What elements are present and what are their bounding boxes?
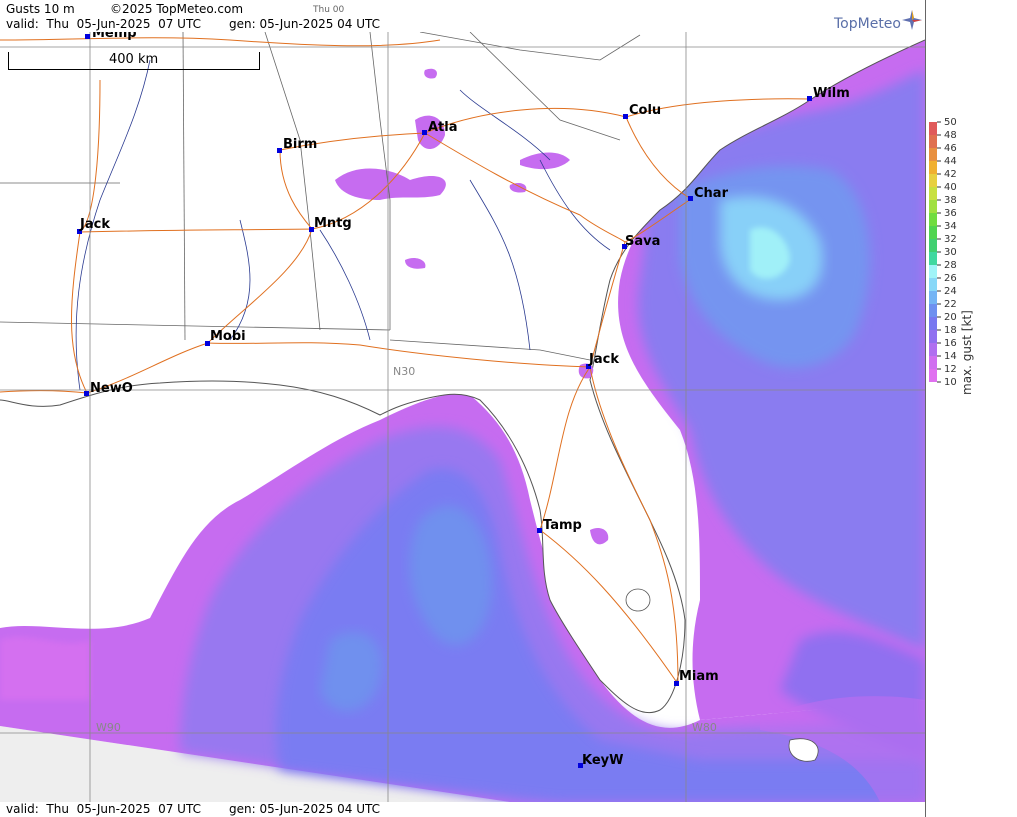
legend-swatch	[929, 265, 937, 278]
legend-tick-label: 30	[944, 247, 957, 258]
lon-label-w80: W80	[692, 721, 717, 734]
logo-star-icon	[902, 10, 922, 30]
map-svg: N30 W90 W80 Memp Birm Atla Colu Wilm Cha…	[0, 32, 925, 802]
legend-tick-label: 32	[944, 234, 957, 245]
legend-swatch	[929, 187, 937, 200]
city-mntg[interactable]: Mntg	[309, 216, 352, 232]
legend-swatch	[929, 148, 937, 161]
legend-tick-label: 14	[944, 351, 957, 362]
footer-bar: valid: Thu 05-Jun-2025 07 UTC gen: 05-Ju…	[0, 802, 925, 817]
legend-swatch	[929, 161, 937, 174]
city-label: NewO	[90, 381, 133, 396]
city-memp[interactable]: Memp	[85, 32, 137, 41]
run-tag: Thu 00	[313, 5, 345, 15]
legend-swatch	[929, 343, 937, 356]
legend-tick-label: 20	[944, 312, 957, 323]
legend-tick-label: 26	[944, 273, 957, 284]
legend-swatch	[929, 369, 937, 382]
topmeteo-logo: TopMeteo	[834, 10, 924, 32]
city-label: Jack	[79, 217, 110, 232]
lon-label-w90: W90	[96, 721, 121, 734]
legend-tick-label: 40	[944, 182, 957, 193]
legend-swatch	[929, 278, 937, 291]
lat-label-n30: N30	[393, 365, 415, 378]
city-label: Tamp	[543, 518, 582, 533]
legend-tick-label: 16	[944, 338, 957, 349]
legend-swatch	[929, 356, 937, 369]
legend-tick-label: 10	[944, 377, 957, 388]
scale-bar: 400 km	[8, 52, 260, 70]
legend-swatch	[929, 291, 937, 304]
city-label: Colu	[629, 103, 661, 118]
legend-tick-label: 46	[944, 143, 957, 154]
legend-tick-label: 38	[944, 195, 957, 206]
city-atla[interactable]: Atla	[422, 120, 458, 135]
product-title: Gusts 10 m	[6, 2, 75, 16]
generated-time: gen: 05-Jun-2025 04 UTC	[229, 17, 381, 31]
legend-swatch	[929, 213, 937, 226]
city-tamp[interactable]: Tamp	[537, 518, 582, 533]
city-label: Memp	[92, 32, 137, 41]
legend-swatch	[929, 135, 937, 148]
legend-swatch	[929, 317, 937, 330]
legend-tick-label: 44	[944, 156, 957, 167]
city-birm[interactable]: Birm	[277, 137, 317, 153]
copyright-text: ©2025 TopMeteo.com	[110, 2, 244, 16]
legend-swatch	[929, 239, 937, 252]
city-mobi[interactable]: Mobi	[205, 329, 246, 346]
scale-bar-label: 400 km	[109, 52, 159, 67]
legend-tick-label: 34	[944, 221, 957, 232]
city-label: Atla	[428, 120, 458, 135]
city-jack-ms[interactable]: Jack	[77, 217, 110, 234]
city-keyw[interactable]: KeyW	[578, 753, 623, 768]
city-label: Birm	[283, 137, 317, 152]
city-label: Wilm	[813, 86, 850, 101]
city-label: Char	[694, 186, 729, 201]
legend-tick-label: 36	[944, 208, 957, 219]
legend-title: max. gust [kt]	[960, 310, 974, 395]
legend-swatch	[929, 122, 937, 135]
legend-tick-label: 48	[944, 130, 957, 141]
valid-time: valid: Thu 05-Jun-2025 07 UTC	[6, 17, 201, 31]
city-sava[interactable]: Sava	[622, 234, 660, 249]
legend-tick-label: 24	[944, 286, 957, 297]
city-char[interactable]: Char	[688, 186, 729, 201]
legend-swatch	[929, 330, 937, 343]
legend-tick-label: 18	[944, 325, 957, 336]
legend-swatch	[929, 252, 937, 265]
header-bar: Gusts 10 m ©2025 TopMeteo.com Thu 00 val…	[0, 0, 925, 32]
city-colu[interactable]: Colu	[623, 103, 661, 119]
city-label: Mntg	[314, 216, 352, 231]
legend-tick-label: 22	[944, 299, 957, 310]
city-label: Sava	[625, 234, 660, 249]
city-newo[interactable]: NewO	[84, 381, 133, 396]
legend-swatch	[929, 200, 937, 213]
legend-swatch	[929, 226, 937, 239]
lake-okeechobee	[625, 588, 651, 612]
legend-tick-label: 50	[944, 117, 957, 128]
footer-valid-time: valid: Thu 05-Jun-2025 07 UTC	[6, 802, 201, 816]
city-label: KeyW	[582, 753, 623, 768]
city-wilm[interactable]: Wilm	[807, 86, 850, 101]
city-label: Mobi	[210, 329, 246, 344]
legend-tick-label: 12	[944, 364, 957, 375]
map-area[interactable]: N30 W90 W80 Memp Birm Atla Colu Wilm Cha…	[0, 32, 925, 802]
city-miam[interactable]: Miam	[674, 669, 719, 686]
city-label: Miam	[679, 669, 719, 684]
legend-swatch	[929, 174, 937, 187]
footer-generated-time: gen: 05-Jun-2025 04 UTC	[229, 802, 381, 816]
legend-tick-label: 42	[944, 169, 957, 180]
logo-text: TopMeteo	[834, 16, 901, 32]
legend-swatch	[929, 304, 937, 317]
city-label: Jack	[588, 352, 619, 367]
city-jack-fl[interactable]: Jack	[586, 352, 619, 369]
legend-tick-label: 28	[944, 260, 957, 271]
